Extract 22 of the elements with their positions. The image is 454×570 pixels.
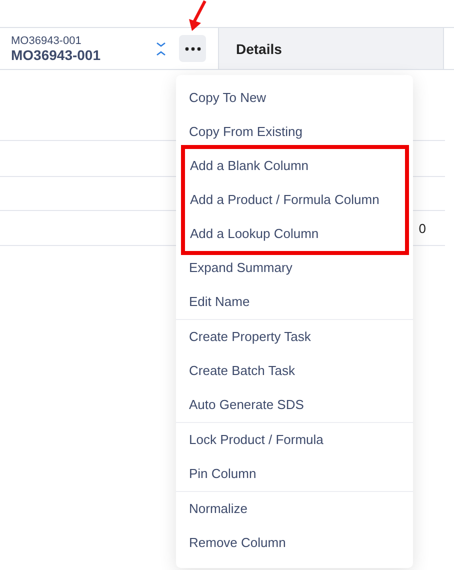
menu-item[interactable]: Add a Product / Formula Column [186, 183, 404, 217]
table-cell: 0 [418, 220, 426, 236]
menu-item[interactable]: Normalize [181, 492, 408, 526]
details-title: Details [236, 40, 282, 56]
menu-item[interactable]: Add a Blank Column [186, 149, 404, 183]
menu-item[interactable]: Copy To New [181, 81, 408, 115]
menu-item[interactable]: Edit Name [181, 285, 408, 319]
menu-item[interactable]: Pin Column [181, 457, 408, 491]
menu-item[interactable]: Auto Generate SDS [181, 388, 408, 422]
collapse-expand-icon[interactable] [156, 42, 166, 56]
column-title: MO36943-001 [11, 46, 102, 62]
menu-item[interactable]: Add a Lookup Column [186, 217, 404, 251]
more-icon [184, 46, 200, 50]
arrow-annotation [188, 0, 208, 32]
menu-item[interactable]: Remove Column [181, 526, 408, 560]
menu-item[interactable]: Copy From Existing [181, 115, 408, 149]
menu-item[interactable]: Create Batch Task [181, 354, 408, 388]
menu-item[interactable]: Create Property Task [181, 320, 408, 354]
more-options-button[interactable] [179, 35, 206, 62]
menu-item[interactable]: Lock Product / Formula [181, 423, 408, 457]
menu-item[interactable]: Expand Summary [181, 251, 408, 285]
column-subtitle: MO36943-001 [11, 34, 82, 46]
